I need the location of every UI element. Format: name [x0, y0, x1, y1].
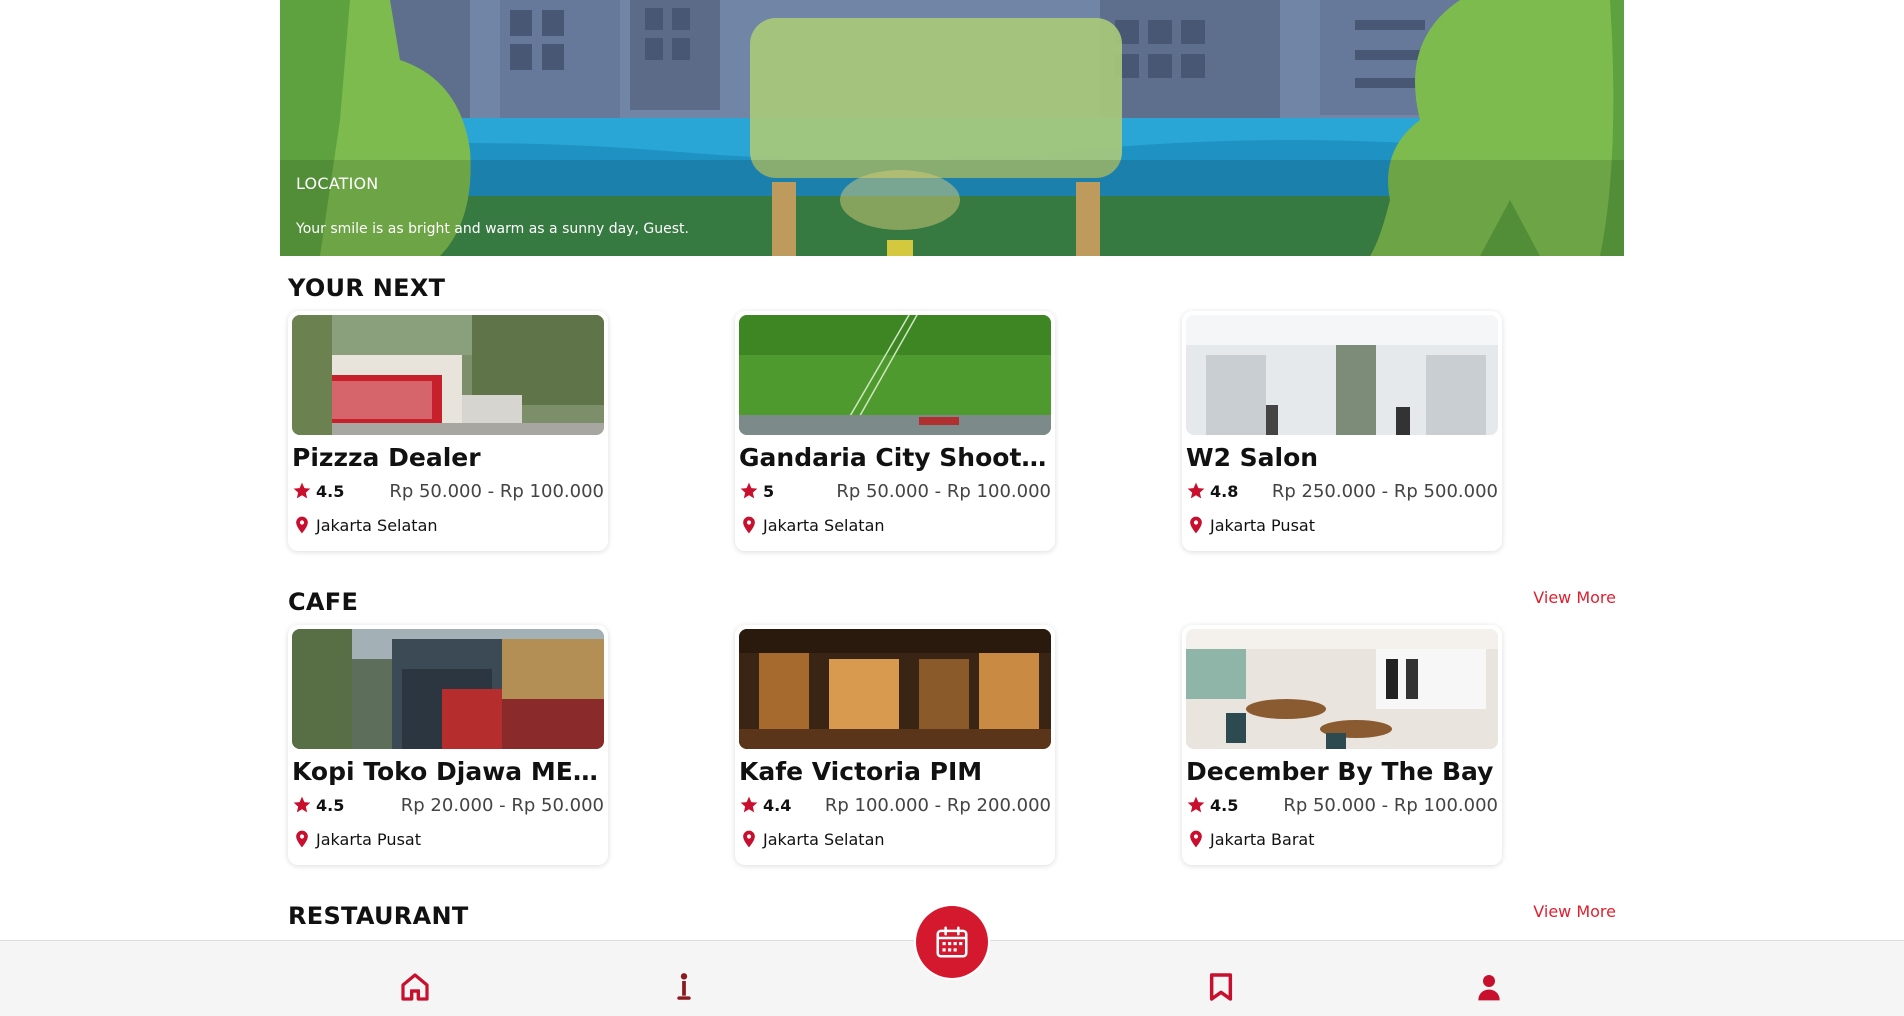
booking-calendar-button[interactable]: [916, 906, 988, 978]
your-next-list: Pizzza Dealer 4.5 Rp 50.000 - Rp 100.000…: [288, 311, 1504, 551]
location-pin-icon: [1190, 516, 1202, 534]
restaurant-view-more-link[interactable]: View More: [1533, 902, 1616, 921]
location-pin-icon: [743, 516, 755, 534]
place-price: Rp 50.000 - Rp 100.000: [1283, 795, 1498, 816]
place-name: Kopi Toko Djawa MENTE...: [292, 757, 604, 786]
hero-banner: LOCATION Your smile is as bright and war…: [280, 0, 1624, 256]
star-icon: [740, 482, 758, 499]
info-icon: [677, 973, 691, 1000]
nav-info[interactable]: [668, 971, 700, 1003]
place-price: Rp 50.000 - Rp 100.000: [836, 481, 1051, 502]
booking-fab-wrapper: [914, 904, 990, 980]
nav-profile[interactable]: [1473, 971, 1505, 1003]
profile-icon: [1478, 975, 1500, 1001]
place-price: Rp 50.000 - Rp 100.000: [389, 481, 604, 502]
place-location: Jakarta Pusat: [1210, 515, 1315, 535]
location-pin-icon: [296, 830, 308, 848]
calendar-icon: [936, 926, 968, 958]
nav-bookmark[interactable]: [1205, 971, 1237, 1003]
place-photo: [739, 629, 1051, 749]
place-photo: [292, 315, 604, 435]
place-rating: 4.5: [316, 481, 345, 501]
place-photo: [739, 315, 1051, 435]
place-photo: [292, 629, 604, 749]
hero-illustration: [280, 0, 1624, 256]
place-name: December By The Bay: [1186, 757, 1494, 786]
home-icon: [401, 973, 429, 1001]
place-name: Pizzza Dealer: [292, 443, 481, 472]
star-icon: [1187, 482, 1205, 499]
place-price: Rp 100.000 - Rp 200.000: [824, 795, 1051, 816]
hero-location-label: LOCATION: [296, 174, 379, 193]
location-pin-icon: [1190, 830, 1202, 848]
place-location: Jakarta Barat: [1210, 829, 1315, 849]
place-location: Jakarta Selatan: [763, 829, 885, 849]
place-name: Gandaria City Shooting ...: [739, 443, 1051, 472]
place-location: Jakarta Selatan: [316, 515, 438, 535]
place-rating: 5: [763, 481, 775, 501]
app-page: LOCATION Your smile is as bright and war…: [0, 0, 1904, 1016]
place-name: Kafe Victoria PIM: [739, 757, 983, 786]
nav-home[interactable]: [399, 971, 431, 1003]
place-name: W2 Salon: [1186, 443, 1319, 472]
place-card[interactable]: Kopi Toko Djawa MENTE... 4.5 Rp 20.000 -…: [288, 625, 608, 865]
section-title-your-next: YOUR NEXT: [288, 274, 446, 302]
star-icon: [740, 796, 758, 813]
star-icon: [1187, 796, 1205, 813]
place-rating: 4.5: [316, 795, 345, 815]
place-card[interactable]: Kafe Victoria PIM 4.4 Rp 100.000 - Rp 20…: [735, 625, 1055, 865]
place-price: Rp 20.000 - Rp 50.000: [400, 795, 604, 816]
place-card[interactable]: Pizzza Dealer 4.5 Rp 50.000 - Rp 100.000…: [288, 311, 608, 551]
place-photo: [1186, 315, 1498, 435]
place-rating: 4.4: [763, 795, 792, 815]
cafe-view-more-link[interactable]: View More: [1533, 588, 1616, 607]
place-card[interactable]: Gandaria City Shooting ... 5 Rp 50.000 -…: [735, 311, 1055, 551]
cafe-list: Kopi Toko Djawa MENTE... 4.5 Rp 20.000 -…: [288, 625, 1504, 865]
place-card[interactable]: December By The Bay 4.5 Rp 50.000 - Rp 1…: [1182, 625, 1502, 865]
place-photo: [1186, 629, 1498, 749]
place-rating: 4.5: [1210, 795, 1239, 815]
place-price: Rp 250.000 - Rp 500.000: [1271, 481, 1498, 502]
location-pin-icon: [743, 830, 755, 848]
bookmark-icon: [1209, 973, 1233, 1001]
section-title-restaurant: RESTAURANT: [288, 902, 469, 930]
star-icon: [293, 796, 311, 813]
location-pin-icon: [296, 516, 308, 534]
place-location: Jakarta Selatan: [763, 515, 885, 535]
place-location: Jakarta Pusat: [316, 829, 421, 849]
star-icon: [293, 482, 311, 499]
place-card[interactable]: W2 Salon 4.8 Rp 250.000 - Rp 500.000 Jak…: [1182, 311, 1502, 551]
section-title-cafe: CAFE: [288, 588, 359, 616]
place-rating: 4.8: [1210, 481, 1239, 501]
hero-greeting: Your smile is as bright and warm as a su…: [296, 221, 689, 237]
